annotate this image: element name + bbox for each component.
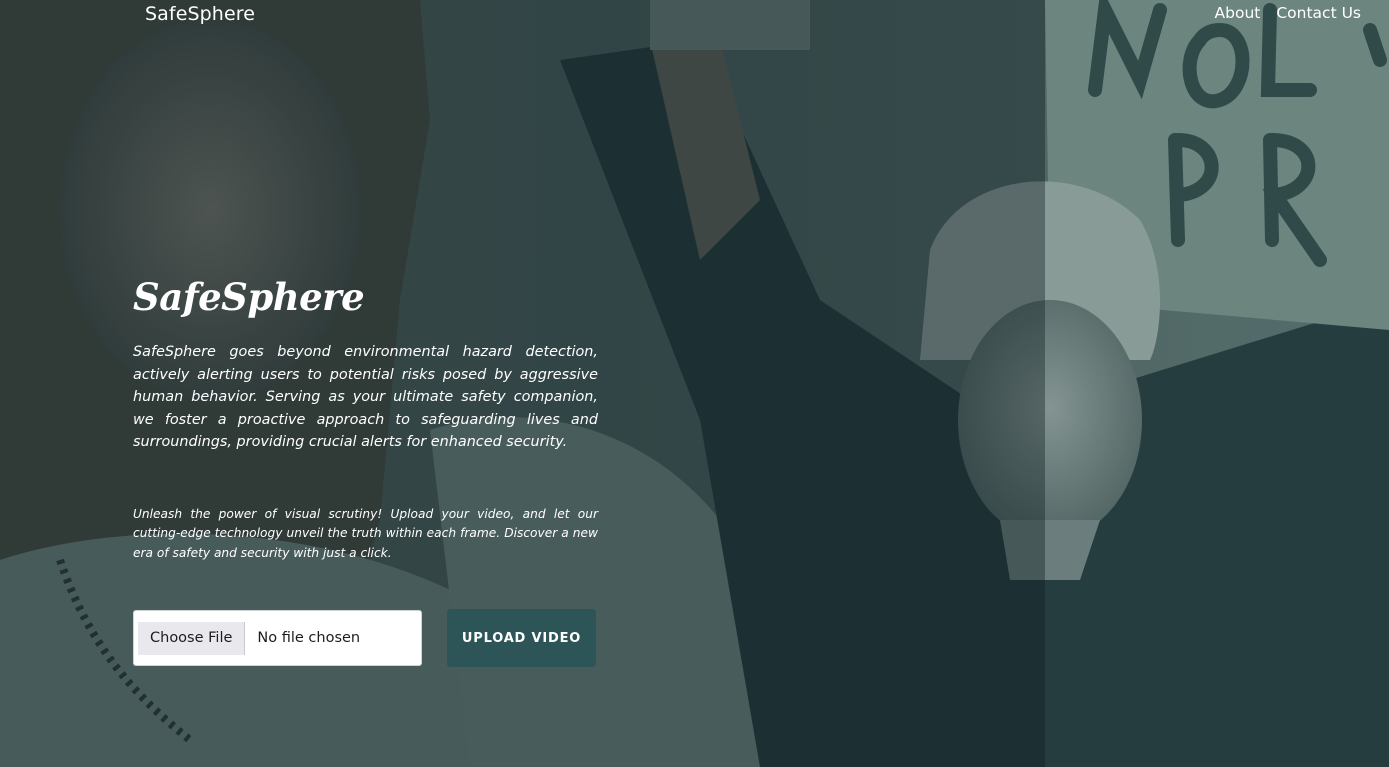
file-input[interactable]: Choose File No file chosen	[133, 610, 422, 666]
nav-link-about[interactable]: About	[1215, 3, 1261, 23]
upload-form: Choose File No file chosen UPLOAD VIDEO	[133, 609, 596, 667]
upload-video-button[interactable]: UPLOAD VIDEO	[447, 609, 596, 667]
nav-link-contact-us[interactable]: Contact Us	[1276, 3, 1361, 23]
navbar-links: About Contact Us	[1215, 3, 1361, 23]
navbar-brand[interactable]: SafeSphere	[145, 2, 255, 26]
hero-subtext: Unleash the power of visual scrutiny! Up…	[133, 506, 598, 560]
hero-title: SafeSphere	[133, 275, 365, 319]
hero-section: SafeSphere SafeSphere goes beyond enviro…	[133, 274, 598, 563]
overlay-tint-right	[1045, 0, 1389, 767]
landing-page: SafeSphere About Contact Us SafeSphere S…	[0, 0, 1389, 767]
hero-description: SafeSphere goes beyond environmental haz…	[133, 344, 598, 450]
file-status-text: No file chosen	[257, 630, 361, 646]
choose-file-button[interactable]: Choose File	[138, 621, 246, 655]
